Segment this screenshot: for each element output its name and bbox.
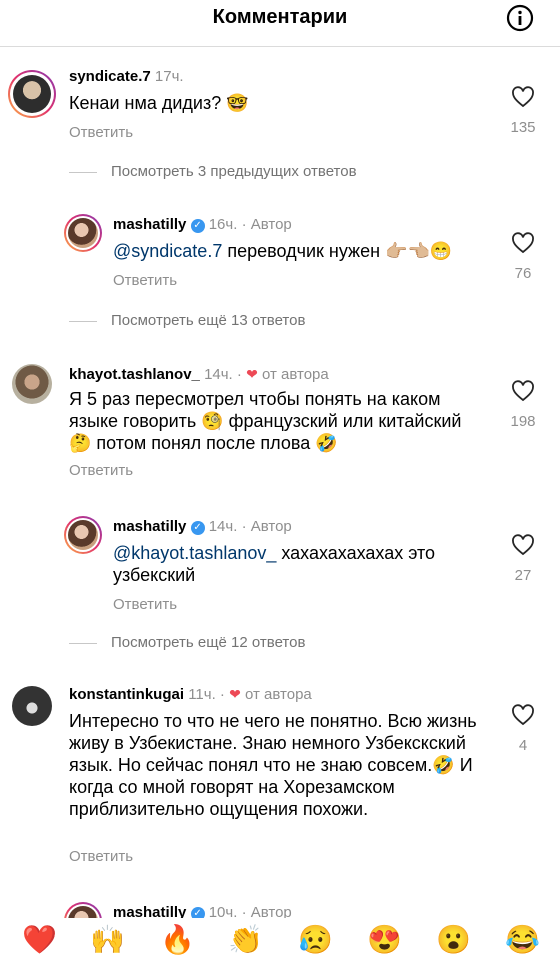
author-tag: · Автор [241, 216, 292, 233]
reply-comment: mashatilly ✓ 14ч. · Автор @khayot.tashla… [0, 512, 560, 616]
avatar [13, 75, 51, 113]
reply-button[interactable]: Ответить [113, 596, 177, 613]
sad-face-reaction-icon[interactable]: 😥 [298, 924, 333, 956]
comment-text: @khayot.tashlanov_ хахахахахахах это узб… [113, 543, 436, 585]
author-tag: · Автор [241, 518, 292, 535]
heart-icon [512, 534, 534, 556]
view-replies-button[interactable]: Посмотреть ещё 12 ответов [69, 634, 305, 651]
mention-link[interactable]: @syndicate.7 [113, 241, 222, 261]
verified-badge-icon: ✓ [190, 907, 205, 918]
avatar-ring[interactable] [8, 70, 56, 118]
reply-comment: mashatilly ✓ 16ч. · Автор @syndicate.7 п… [0, 210, 560, 300]
like-button[interactable]: 135 [503, 86, 543, 136]
divider-line [69, 320, 97, 322]
reply-comment: mashatilly ✓ 10ч. · Автор [0, 898, 560, 918]
avatar[interactable] [12, 364, 52, 404]
like-count: 198 [510, 413, 536, 430]
reply-button[interactable]: Ответить [69, 848, 133, 865]
heart-icon [512, 232, 534, 254]
liked-by-author-heart-icon: ❤ [229, 686, 241, 702]
timestamp: 16ч. [208, 216, 238, 233]
avatar[interactable] [12, 686, 52, 726]
heart-icon [512, 704, 534, 726]
quick-reaction-bar: ❤️ 🙌 🔥 👏 😥 😍 😮 😂 [0, 918, 560, 957]
username[interactable]: mashatilly [113, 518, 186, 535]
avatar-ring[interactable] [64, 902, 102, 918]
comment: khayot.tashlanov_ 14ч. · ❤ от автора Я 5… [0, 360, 560, 490]
timestamp: 17ч. [154, 68, 184, 85]
username[interactable]: syndicate.7 [69, 68, 151, 85]
heart-icon [512, 380, 534, 402]
timestamp: 14ч. · [204, 366, 242, 383]
username[interactable]: khayot.tashlanov_ [69, 366, 200, 383]
like-button[interactable]: 4 [503, 704, 543, 754]
divider-line [69, 171, 97, 173]
username[interactable]: mashatilly [113, 904, 186, 918]
view-replies-button[interactable]: Посмотреть 3 предыдущих ответов [69, 163, 357, 180]
view-replies-button[interactable]: Посмотреть ещё 13 ответов [69, 312, 305, 329]
avatar [68, 520, 98, 550]
like-count: 4 [518, 737, 528, 754]
reply-button[interactable]: Ответить [69, 462, 133, 479]
mention-link[interactable]: @khayot.tashlanov_ [113, 543, 276, 563]
verified-badge-icon: ✓ [190, 521, 205, 535]
author-tag: · Автор [241, 904, 292, 918]
info-icon[interactable] [506, 4, 534, 32]
surprised-face-reaction-icon[interactable]: 😮 [436, 924, 471, 956]
comment-text: Кенаи нма дидиз? 🤓 [69, 93, 249, 113]
raised-hands-reaction-icon[interactable]: 🙌 [90, 924, 125, 956]
divider-line [69, 642, 97, 644]
username[interactable]: konstantinkugai [69, 686, 184, 703]
like-count: 27 [514, 567, 532, 584]
timestamp: 14ч. [208, 518, 238, 535]
comment-text: Интересно то что не чего не понятно. Всю… [69, 711, 477, 819]
reply-button[interactable]: Ответить [69, 124, 133, 141]
liked-by-author-heart-icon: ❤ [246, 366, 258, 382]
heart-reaction-icon[interactable]: ❤️ [22, 924, 57, 956]
like-button[interactable]: 27 [503, 534, 543, 584]
avatar-ring[interactable] [64, 516, 102, 554]
avatar-ring[interactable] [64, 214, 102, 252]
username[interactable]: mashatilly [113, 216, 186, 233]
comment: konstantinkugai 11ч. · ❤ от автора Интер… [0, 682, 560, 872]
page-title: Комментарии [212, 6, 348, 28]
comment: syndicate.7 17ч. Кенаи нма дидиз? 🤓 Отве… [0, 64, 560, 154]
tears-of-joy-reaction-icon[interactable]: 😂 [505, 924, 540, 956]
comment-text: @syndicate.7 переводчик нужен 👉🏼👈🏼😁 [113, 241, 453, 261]
like-button[interactable]: 76 [503, 232, 543, 282]
verified-badge-icon: ✓ [190, 219, 205, 233]
like-button[interactable]: 198 [503, 380, 543, 430]
author-liked-tag: от автора [261, 366, 329, 383]
reply-button[interactable]: Ответить [113, 272, 177, 289]
header: Комментарии [0, 0, 560, 47]
avatar [68, 218, 98, 248]
clap-reaction-icon[interactable]: 👏 [228, 924, 263, 956]
heart-eyes-reaction-icon[interactable]: 😍 [367, 924, 402, 956]
timestamp: 11ч. · [188, 686, 225, 703]
author-liked-tag: от автора [245, 686, 312, 703]
like-count: 76 [514, 265, 532, 282]
comment-text: Я 5 раз пересмотрел чтобы понять на како… [69, 389, 462, 453]
heart-icon [512, 86, 534, 108]
fire-reaction-icon[interactable]: 🔥 [160, 924, 195, 956]
timestamp: 10ч. [208, 904, 238, 918]
like-count: 135 [510, 119, 536, 136]
